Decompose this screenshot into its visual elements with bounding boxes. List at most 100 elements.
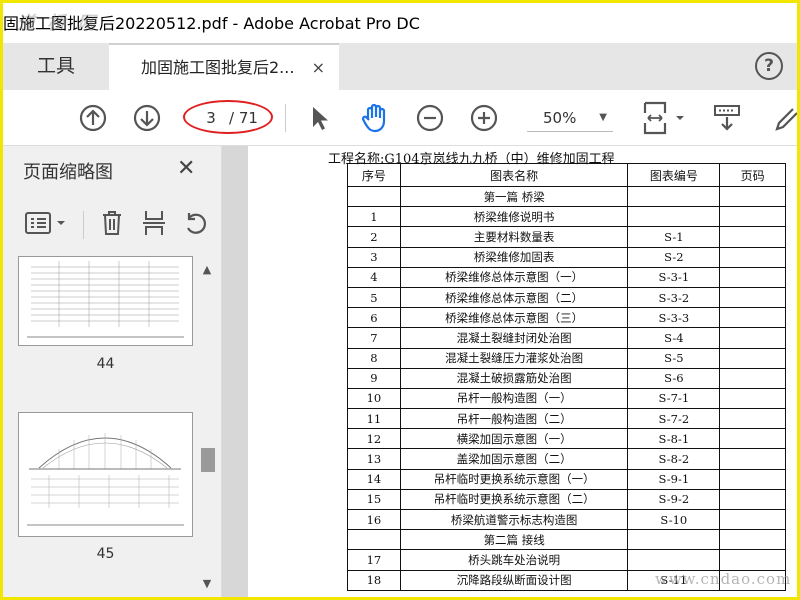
table-cell-code: S-2 — [627, 246, 721, 268]
previous-page-button[interactable] — [75, 100, 111, 136]
pen-icon — [775, 108, 797, 131]
extract-pages-button[interactable] — [139, 205, 169, 241]
table-cell-page — [719, 367, 786, 389]
table-cell-page — [719, 549, 786, 571]
table-cell-no: 14 — [347, 468, 401, 490]
table-cell-page — [719, 266, 786, 288]
table-cell-name: 桥梁航道警示标志构造图 — [399, 508, 629, 531]
document-viewport[interactable]: 工程名称:G104京岚线九九桥（中）维修加固工程 序号 图表名称 图表编号 页码… — [222, 146, 797, 597]
table-cell-page — [719, 286, 786, 309]
table-cell-code — [627, 549, 721, 571]
scroll-down-icon[interactable]: ▼ — [197, 574, 217, 594]
table-cell-no — [347, 185, 401, 208]
page-thumbnails-panel: 页面缩略图 ✕ 44 45 ▲ ▼ — [3, 146, 222, 597]
table-cell-code: S-9-1 — [627, 468, 721, 490]
thumbnail-page-label: 45 — [96, 546, 115, 562]
table-row: 10 吊杆一般构造图（一） S-7-1 — [347, 387, 786, 410]
table-header-row: 序号 图表名称 图表编号 页码 — [347, 163, 786, 187]
hand-tool-button[interactable] — [355, 100, 395, 136]
panel-title: 页面缩略图 — [23, 162, 113, 183]
annotation-oval — [183, 100, 273, 134]
select-tool-button[interactable] — [303, 100, 337, 136]
table-cell-no: 10 — [347, 387, 401, 410]
close-icon[interactable]: × — [312, 45, 325, 90]
table-row: 5 桥梁维修总体示意图（二） S-3-2 — [347, 286, 786, 309]
table-cell-no: 6 — [347, 307, 401, 329]
thumbnail-scrollbar[interactable]: ▲ ▼ — [197, 256, 217, 597]
table-cell-name: 混凝土裂缝封闭处治图 — [399, 327, 629, 349]
close-icon[interactable]: ✕ — [177, 156, 195, 181]
page-display-button[interactable] — [639, 100, 689, 136]
pdf-page: 工程名称:G104京岚线九九桥（中）维修加固工程 序号 图表名称 图表编号 页码… — [248, 146, 797, 597]
table-cell-no: 12 — [347, 428, 401, 450]
table-cell-page — [719, 246, 786, 268]
arrow-down-circle-icon — [133, 104, 161, 132]
scroll-up-icon[interactable]: ▲ — [197, 260, 217, 280]
options-menu-icon — [25, 212, 65, 234]
tab-document[interactable]: 加固施工图批复后2... × — [109, 43, 339, 90]
table-cell-code: S-3-2 — [627, 286, 721, 309]
table-cell-page — [719, 226, 786, 248]
table-cell-name: 桥梁维修加固表 — [399, 246, 629, 268]
table-cell-no: 9 — [347, 367, 401, 389]
table-cell-code: S-4 — [627, 327, 721, 349]
table-cell-page — [719, 408, 786, 430]
table-cell-name: 吊杆一般构造图（二） — [399, 408, 629, 430]
table-cell-page — [719, 387, 786, 410]
table-cell-page — [719, 468, 786, 490]
table-cell-name: 横梁加固示意图（一） — [399, 428, 629, 450]
zoom-out-button[interactable] — [413, 100, 447, 136]
table-cell-no: 16 — [347, 508, 401, 531]
panel-divider — [83, 211, 84, 239]
table-cell-no: 11 — [347, 408, 401, 430]
page-split-icon — [143, 211, 165, 235]
tab-tools[interactable]: 工具 — [3, 43, 109, 90]
table-row: 15 吊杆临时更换系统示意图（二） S-9-2 — [347, 488, 786, 511]
table-cell-no: 4 — [347, 266, 401, 288]
table-cell-no: 13 — [347, 448, 401, 470]
table-cell-no: 7 — [347, 327, 401, 349]
delete-pages-button[interactable] — [97, 205, 127, 241]
drawing-index-table: 序号 图表名称 图表编号 页码 第一篇 桥梁 1 桥梁维修说明书 2 主要材料数量表 S-… — [347, 163, 786, 591]
page-thumbnail-45[interactable] — [18, 412, 193, 537]
table-cell-code: S-8-2 — [627, 448, 721, 470]
table-row: 17 桥头跳车处治说明 — [347, 549, 786, 571]
table-row: 14 吊杆临时更换系统示意图（一） S-9-1 — [347, 468, 786, 490]
table-cell-code: S-3-3 — [627, 307, 721, 329]
fit-page-icon — [643, 101, 684, 135]
table-cell-page — [719, 428, 786, 450]
table-cell-page — [719, 185, 786, 208]
table-row: 11 吊杆一般构造图（二） S-7-2 — [347, 408, 786, 430]
hand-icon — [361, 103, 386, 133]
thumbnail-drawing — [27, 261, 184, 338]
table-cell-page — [719, 508, 786, 531]
table-row: 6 桥梁维修总体示意图（三） S-3-3 — [347, 307, 786, 329]
page-thumbnail-44[interactable] — [18, 256, 193, 346]
table-row: 4 桥梁维修总体示意图（一） S-3-1 — [347, 266, 786, 288]
watermark: 道 桥 网 — [17, 13, 99, 34]
thumbnail-options-button[interactable] — [23, 205, 69, 241]
column-header: 图表名称 — [399, 163, 629, 187]
next-page-button[interactable] — [129, 100, 165, 136]
table-row: 3 桥梁维修加固表 S-2 — [347, 246, 786, 268]
edit-tool-button[interactable] — [773, 100, 797, 136]
table-row: 12 横梁加固示意图（一） S-8-1 — [347, 428, 786, 450]
zoom-level-value: 50% — [543, 109, 577, 127]
zoom-level-dropdown[interactable]: 50% ▼ — [527, 104, 613, 132]
scroll-thumb[interactable] — [201, 448, 215, 472]
toolbar: 3 / 71 50% ▼ — [3, 90, 797, 146]
tab-document-label: 加固施工图批复后2... — [141, 58, 295, 77]
toolbar-divider — [285, 104, 286, 132]
help-icon[interactable]: ? — [755, 52, 783, 80]
table-cell-code: S-3-1 — [627, 266, 721, 288]
table-cell-name: 第一篇 桥梁 — [399, 185, 629, 208]
table-row: 9 混凝土破损露筋处治图 S-6 — [347, 367, 786, 389]
rotate-pages-button[interactable] — [181, 205, 211, 241]
table-cell-no: 17 — [347, 549, 401, 571]
zoom-in-button[interactable] — [467, 100, 501, 136]
read-mode-button[interactable] — [707, 100, 747, 136]
trash-icon — [103, 211, 121, 235]
minus-circle-icon — [416, 104, 444, 132]
thumbnail-page-label: 44 — [96, 356, 115, 372]
table-cell-name: 桥头跳车处治说明 — [399, 549, 629, 571]
